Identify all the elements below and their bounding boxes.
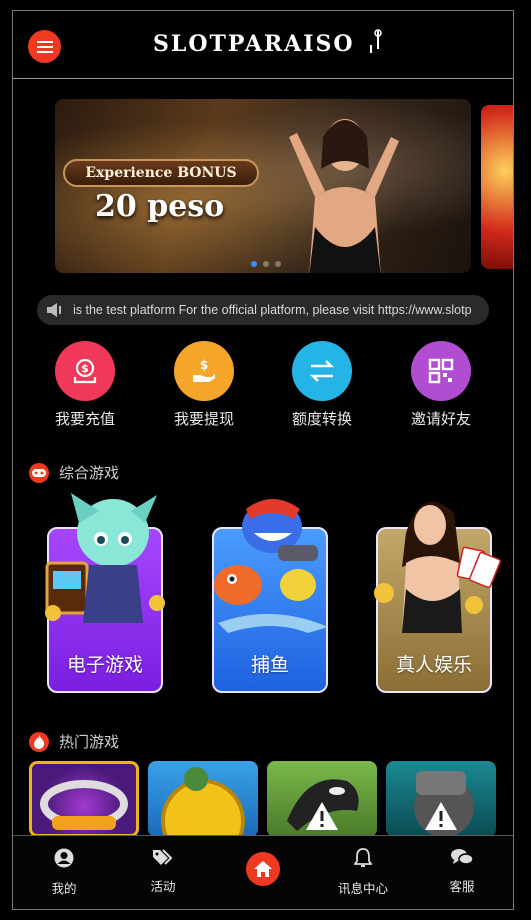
hot-games-row bbox=[29, 761, 509, 837]
nav-promotions[interactable]: 活动 bbox=[123, 848, 203, 895]
live-dealer-illustration bbox=[374, 501, 501, 633]
warning-icon bbox=[306, 802, 338, 830]
deposit-action[interactable]: $ 我要充值 bbox=[35, 341, 135, 429]
category-fishing[interactable]: 捕鱼 bbox=[212, 499, 328, 693]
deposit-label: 我要充值 bbox=[54, 410, 115, 428]
section-all-games-label: 综合游戏 bbox=[59, 464, 120, 482]
carousel-dot-active[interactable] bbox=[251, 261, 257, 267]
music-note-icon bbox=[370, 29, 383, 53]
nav-messages[interactable]: 讯息中心 bbox=[323, 848, 403, 897]
brand-logo[interactable]: SLOTPARAISO bbox=[153, 29, 383, 69]
nav-profile[interactable]: 我的 bbox=[24, 848, 104, 897]
top-header: SLOTPARAISO bbox=[13, 11, 513, 79]
carousel-dots bbox=[251, 261, 281, 267]
transfer-label: 额度转换 bbox=[291, 410, 352, 428]
withdraw-icon: $ bbox=[174, 341, 234, 401]
gamepad-icon bbox=[29, 462, 49, 483]
quick-actions: $ 我要充值 $ 我要提现 额度转换 邀请好友 bbox=[13, 341, 513, 436]
flame-icon bbox=[29, 731, 49, 752]
category-slots[interactable]: 电子游戏 bbox=[45, 493, 165, 693]
section-hot-games-label: 热门游戏 bbox=[59, 733, 120, 751]
user-icon bbox=[54, 848, 74, 868]
withdraw-label: 我要提现 bbox=[173, 410, 234, 428]
bell-icon bbox=[353, 848, 373, 867]
transfer-icon bbox=[292, 341, 352, 401]
nav-support-label: 客服 bbox=[449, 879, 475, 894]
promo-amount: 20 peso bbox=[95, 189, 225, 224]
hot-game-mech[interactable] bbox=[386, 761, 496, 837]
invite-label: 邀请好友 bbox=[410, 410, 471, 428]
hamburger-icon bbox=[36, 40, 53, 53]
banner-carousel[interactable]: Experience BONUS 20 peso bbox=[13, 99, 513, 277]
invite-action[interactable]: 邀请好友 bbox=[391, 341, 491, 429]
carousel-dot[interactable] bbox=[263, 261, 269, 267]
notice-marquee[interactable]: is the test platform For the official pl… bbox=[37, 295, 489, 325]
hot-game-orca[interactable] bbox=[267, 761, 377, 837]
notice-text: is the test platform For the official pl… bbox=[73, 303, 472, 317]
deposit-icon: $ bbox=[55, 341, 115, 401]
chat-icon bbox=[451, 849, 474, 865]
hot-game-purple-slot[interactable] bbox=[29, 761, 139, 837]
category-fishing-label: 捕鱼 bbox=[250, 654, 289, 676]
logo-text: SLOTPARAISO bbox=[153, 31, 355, 57]
section-hot-games: 热门游戏 bbox=[29, 731, 119, 752]
qr-invite-icon bbox=[411, 341, 471, 401]
svg-text:$: $ bbox=[81, 362, 89, 375]
nav-support[interactable]: 客服 bbox=[422, 848, 502, 895]
fishing-illustration bbox=[214, 499, 328, 633]
section-all-games: 综合游戏 bbox=[29, 462, 119, 483]
app-frame: SLOTPARAISO Experience BONUS 20 peso is … bbox=[12, 10, 514, 910]
banner-slide[interactable]: Experience BONUS 20 peso bbox=[55, 99, 471, 273]
gold-coin-illustration bbox=[161, 767, 245, 837]
dealer-illustration bbox=[289, 119, 399, 273]
category-live-casino[interactable]: 真人娱乐 bbox=[374, 501, 501, 693]
withdraw-action[interactable]: $ 我要提现 bbox=[154, 341, 254, 429]
nav-home-button[interactable] bbox=[246, 852, 280, 886]
transfer-action[interactable]: 额度转换 bbox=[272, 341, 372, 429]
hot-game-gold-coin[interactable] bbox=[148, 761, 258, 837]
slot-ring-illustration bbox=[40, 780, 128, 830]
category-slots-label: 电子游戏 bbox=[66, 654, 143, 676]
promo-label: Experience BONUS bbox=[63, 159, 259, 187]
slots-mascot-illustration bbox=[45, 493, 165, 623]
warning-icon bbox=[425, 802, 457, 830]
tags-icon bbox=[153, 849, 173, 865]
home-icon bbox=[254, 861, 272, 877]
menu-button[interactable] bbox=[28, 30, 61, 63]
category-live-casino-label: 真人娱乐 bbox=[395, 654, 472, 676]
bottom-nav: 我的 活动 讯息中心 客服 bbox=[13, 835, 513, 909]
carousel-dot[interactable] bbox=[275, 261, 281, 267]
nav-promotions-label: 活动 bbox=[150, 879, 176, 894]
speaker-icon bbox=[37, 295, 73, 325]
nav-messages-label: 讯息中心 bbox=[337, 881, 388, 896]
nav-profile-label: 我的 bbox=[51, 881, 77, 896]
svg-text:$: $ bbox=[200, 358, 208, 372]
banner-next-slide-peek[interactable] bbox=[481, 105, 513, 269]
